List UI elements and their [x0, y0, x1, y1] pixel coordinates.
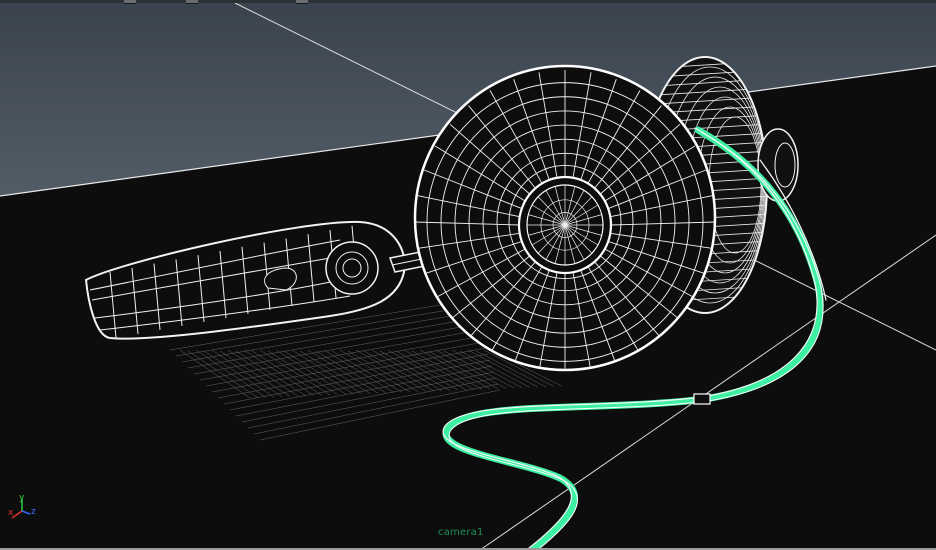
3d-viewport[interactable]: x y z camera1 [0, 0, 936, 550]
panel-icon[interactable] [186, 0, 198, 4]
axis-z-label: z [31, 507, 36, 517]
panel-icon[interactable] [296, 0, 308, 4]
viewport-toolbar [0, 0, 936, 4]
axis-x-label: x [8, 508, 14, 518]
camera-name-label: camera1 [438, 527, 484, 538]
ear-cup-wireframe [413, 64, 717, 372]
panel-icon[interactable] [124, 0, 136, 4]
axis-y-label: y [19, 493, 25, 503]
scene-canvas[interactable] [0, 0, 936, 550]
